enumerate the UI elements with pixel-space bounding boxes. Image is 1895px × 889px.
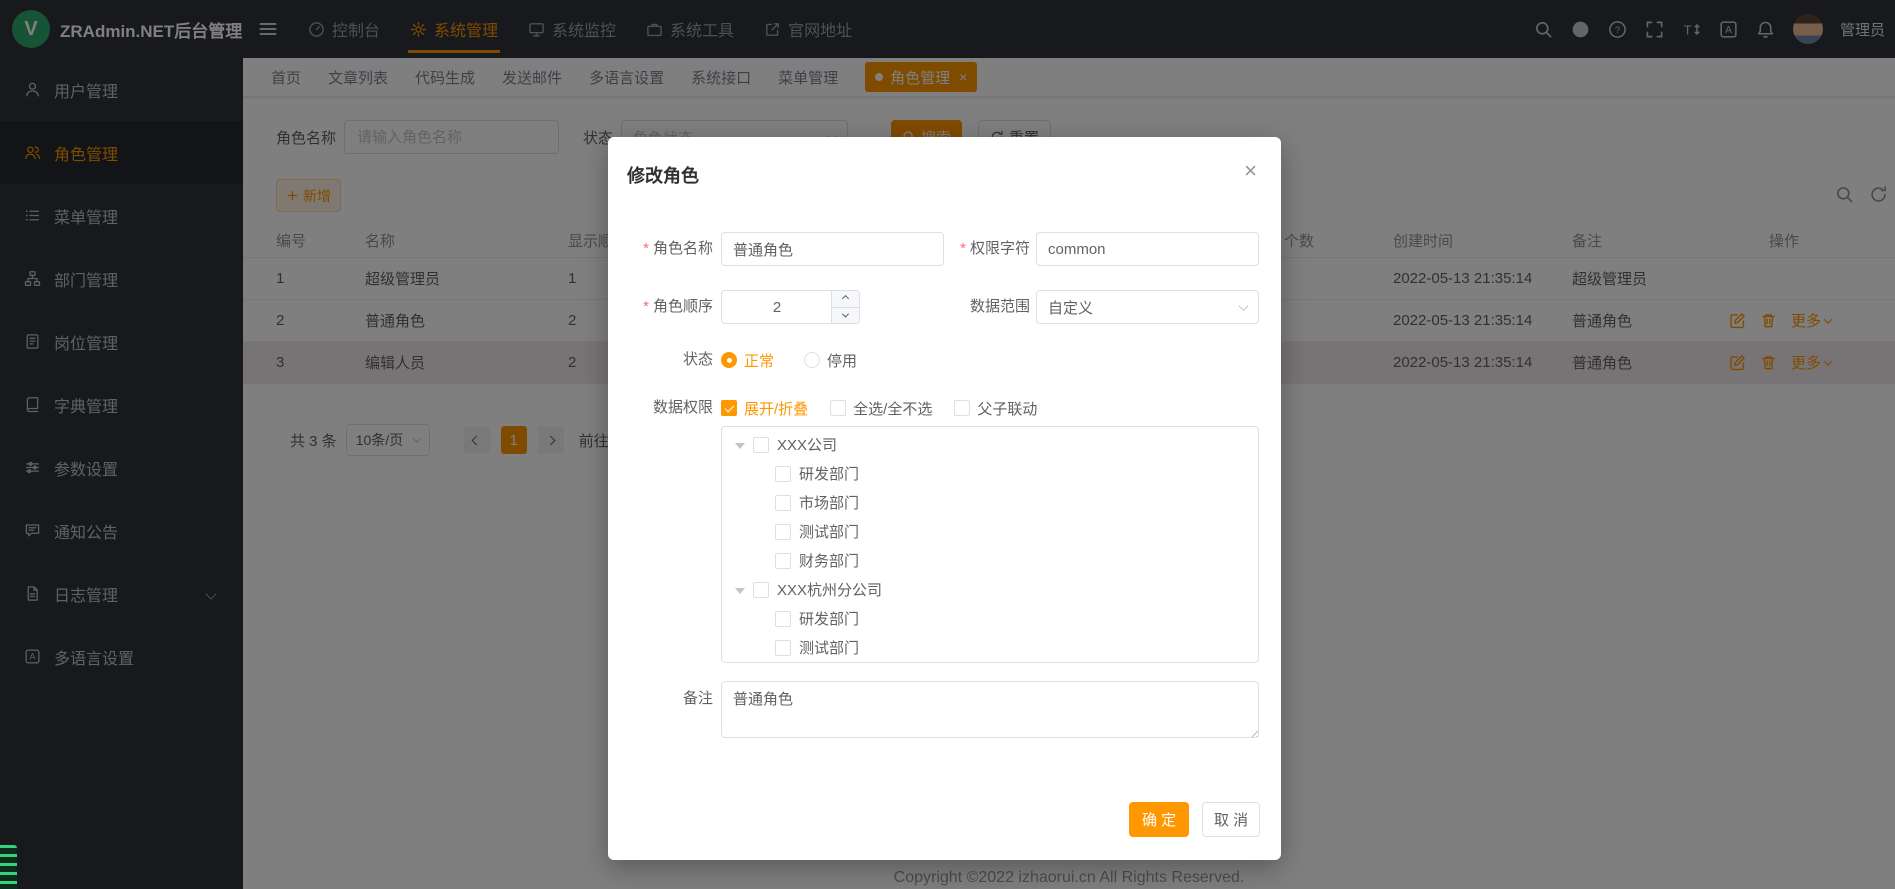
chevron-down-icon — [1239, 301, 1249, 311]
tree-node[interactable]: 研发部门 — [722, 604, 1258, 633]
checkbox-unchecked-icon — [954, 400, 970, 416]
perm-char-label: *权限字符 — [908, 232, 1030, 266]
chevron-up-icon — [842, 295, 849, 302]
required-asterisk: * — [643, 240, 649, 257]
tree-checkbox[interactable] — [753, 582, 769, 598]
tree-node-label: 测试部门 — [799, 637, 859, 658]
decrease-button[interactable] — [832, 307, 859, 324]
status-radio-normal[interactable]: 正常 — [721, 350, 774, 371]
tree-checkbox[interactable] — [775, 495, 791, 511]
tree-node[interactable]: 测试部门 — [722, 517, 1258, 546]
expand-collapse-checkbox[interactable]: 展开/折叠 — [721, 398, 808, 419]
tree-node-label: 市场部门 — [799, 492, 859, 513]
data-scope-value: 自定义 — [1048, 297, 1093, 318]
required-asterisk: * — [643, 298, 649, 315]
tree-checkbox[interactable] — [775, 524, 791, 540]
remark-label: 备注 — [608, 687, 713, 711]
data-scope-select[interactable]: 自定义 — [1036, 290, 1259, 324]
checkbox-checked-icon — [721, 400, 737, 416]
select-all-checkbox[interactable]: 全选/全不选 — [830, 398, 932, 419]
tree-node[interactable]: 测试部门 — [722, 633, 1258, 662]
radio-label: 正常 — [744, 350, 774, 371]
tree-node[interactable]: 财务部门 — [722, 546, 1258, 575]
tree-node[interactable]: 研发部门 — [722, 459, 1258, 488]
radio-unchecked-icon — [804, 352, 820, 368]
app-root: V ZRAdmin.NET后台管理 控制台 系统管理 系统监控 系统工具 — [0, 0, 1895, 889]
radio-label: 停用 — [827, 350, 857, 371]
required-asterisk: * — [960, 240, 966, 257]
chevron-down-icon — [842, 310, 849, 317]
cancel-button[interactable]: 取 消 — [1202, 802, 1260, 837]
checkbox-label: 全选/全不选 — [853, 398, 932, 419]
tree-node[interactable]: 市场部门 — [722, 488, 1258, 517]
tree-node-label: 研发部门 — [799, 463, 859, 484]
tree-checkbox[interactable] — [753, 437, 769, 453]
data-scope-label: 数据范围 — [908, 290, 1030, 324]
remark-textarea[interactable]: 普通角色 — [721, 681, 1259, 738]
role-order-input[interactable] — [722, 291, 832, 323]
edit-role-dialog: 修改角色 × *角色名称 *权限字符 *角色顺序 数据范围 自定义 状态 正常 — [608, 137, 1281, 860]
role-order-label: *角色顺序 — [608, 290, 713, 324]
checkbox-unchecked-icon — [830, 400, 846, 416]
tree-node-label: 测试部门 — [799, 521, 859, 542]
data-perm-options: 展开/折叠 全选/全不选 父子联动 — [721, 396, 1037, 420]
tree-node-label: XXX杭州分公司 — [777, 579, 882, 600]
status-radio-group: 正常 停用 — [721, 348, 857, 372]
perm-char-input[interactable] — [1036, 232, 1259, 266]
department-tree: XXX公司 研发部门 市场部门 测试部门 财务部门 XXX杭州分公司 — [721, 426, 1259, 663]
tree-node-label: 财务部门 — [799, 550, 859, 571]
tree-node-label: 研发部门 — [799, 608, 859, 629]
stepper-buttons — [831, 291, 859, 323]
status-radio-disabled[interactable]: 停用 — [804, 350, 857, 371]
role-order-stepper — [721, 290, 860, 324]
confirm-button[interactable]: 确 定 — [1129, 802, 1189, 837]
close-icon[interactable]: × — [1244, 160, 1257, 182]
data-perm-label: 数据权限 — [608, 396, 713, 420]
checkbox-label: 父子联动 — [977, 398, 1037, 419]
tree-node[interactable]: XXX公司 — [722, 430, 1258, 459]
tree-checkbox[interactable] — [775, 611, 791, 627]
radio-checked-icon — [721, 352, 737, 368]
dialog-title: 修改角色 — [627, 162, 699, 188]
tree-node-label: XXX公司 — [777, 434, 837, 455]
caret-down-icon[interactable] — [735, 443, 745, 449]
tree-node[interactable]: XXX杭州分公司 — [722, 575, 1258, 604]
increase-button[interactable] — [832, 291, 859, 307]
parent-child-link-checkbox[interactable]: 父子联动 — [954, 398, 1037, 419]
tree-checkbox[interactable] — [775, 466, 791, 482]
checkbox-label: 展开/折叠 — [744, 398, 808, 419]
corner-widget — [0, 845, 17, 889]
role-name-label: *角色名称 — [608, 232, 713, 266]
tree-checkbox[interactable] — [775, 553, 791, 569]
status-label: 状态 — [608, 348, 713, 372]
caret-down-icon[interactable] — [735, 588, 745, 594]
tree-checkbox[interactable] — [775, 640, 791, 656]
